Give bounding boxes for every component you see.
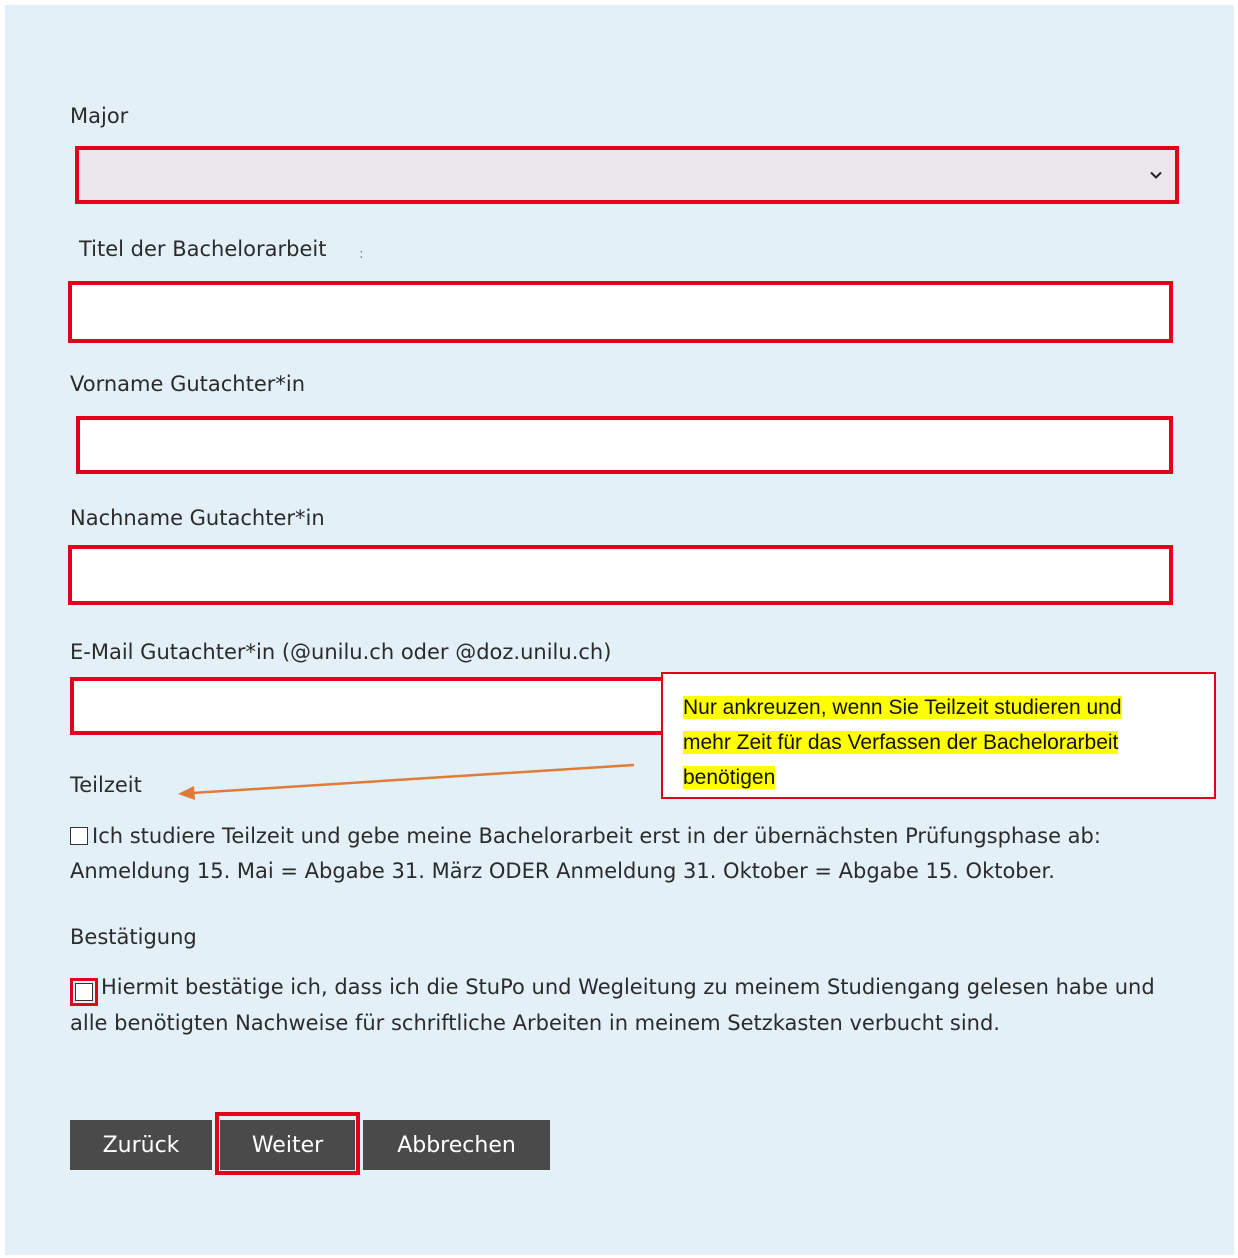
cancel-button[interactable]: Abbrechen: [363, 1120, 550, 1170]
arrow-left-icon: [178, 763, 635, 800]
next-button-highlight: [215, 1112, 360, 1175]
confirmation-checkbox-highlight: [70, 978, 98, 1006]
thesis-title-label: Titel der Bachelorarbeit: [79, 237, 327, 261]
confirmation-text: Hiermit bestätige ich, dass ich die StuP…: [70, 975, 1155, 1035]
reviewer-firstname-label: Vorname Gutachter*in: [70, 372, 306, 396]
reviewer-email-input[interactable]: [74, 681, 666, 731]
confirmation-checkbox[interactable]: [75, 983, 93, 1001]
major-select[interactable]: [75, 146, 1179, 204]
parttime-label: Teilzeit: [70, 773, 142, 797]
confirmation-option[interactable]: Hiermit bestätige ich, dass ich die StuP…: [70, 970, 1190, 1041]
parttime-hint-callout: Nur ankreuzen, wenn Sie Teilzeit studier…: [661, 672, 1216, 799]
chevron-down-icon: [1150, 171, 1162, 179]
thesis-title-input[interactable]: [72, 285, 1169, 339]
reviewer-email-label: E-Mail Gutachter*in (@unilu.ch oder @doz…: [70, 640, 612, 664]
confirmation-label: Bestätigung: [70, 925, 197, 949]
parttime-checkbox[interactable]: [70, 827, 88, 845]
reviewer-lastname-input[interactable]: [72, 549, 1169, 601]
reviewer-lastname-field[interactable]: [68, 545, 1173, 605]
callout-line-3: benötigen: [683, 766, 776, 789]
major-label: Major: [70, 104, 129, 128]
parttime-option[interactable]: Ich studiere Teilzeit und gebe meine Bac…: [70, 819, 1190, 889]
reviewer-firstname-input[interactable]: [80, 420, 1169, 470]
reviewer-firstname-field[interactable]: [76, 416, 1173, 474]
back-button[interactable]: Zurück: [70, 1120, 212, 1170]
reviewer-lastname-label: Nachname Gutachter*in: [70, 506, 325, 530]
reviewer-email-field[interactable]: [70, 677, 670, 735]
thesis-title-field[interactable]: [68, 281, 1173, 343]
callout-line-2: mehr Zeit für das Verfassen der Bachelor…: [683, 731, 1119, 754]
callout-line-1: Nur ankreuzen, wenn Sie Teilzeit studier…: [683, 696, 1122, 719]
thesis-title-colon: :: [359, 246, 364, 262]
parttime-text: Ich studiere Teilzeit und gebe meine Bac…: [70, 824, 1101, 883]
